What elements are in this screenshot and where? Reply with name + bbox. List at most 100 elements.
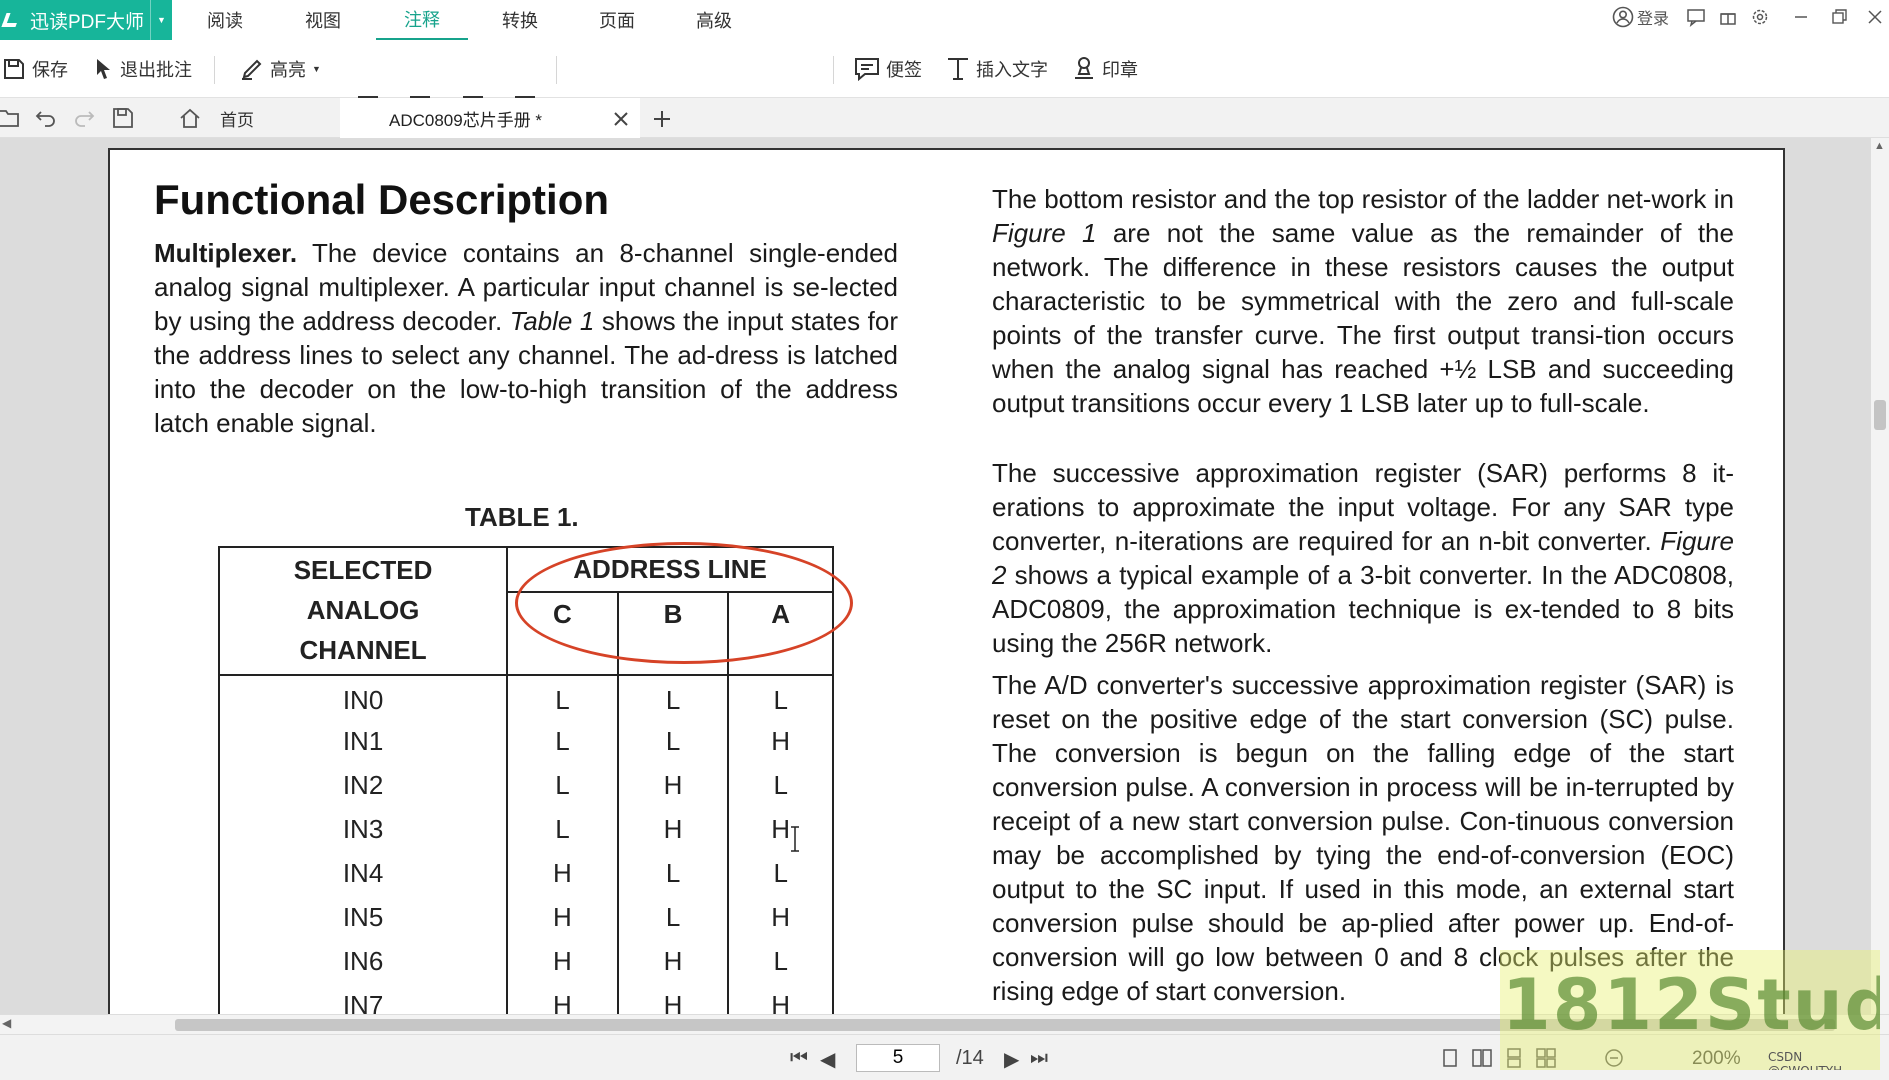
watermark-credit: CSDN @CWQUTYH [1768, 1050, 1842, 1070]
bit-a-cell: H [727, 807, 834, 851]
tab-home[interactable]: 首页 [178, 98, 254, 138]
scroll-up-icon[interactable]: ▲ [1874, 140, 1885, 152]
user-icon [1612, 6, 1634, 28]
gift-icon[interactable] [1718, 7, 1738, 27]
channel-cell: IN0 [217, 675, 509, 719]
vertical-scrollbar[interactable]: ▲ [1871, 138, 1889, 1014]
bit-c-cell: L [506, 807, 619, 851]
bit-a-cell: H [727, 719, 834, 763]
last-page-icon[interactable]: ⏭ [1030, 1047, 1048, 1070]
header-channel-line: ANALOG [306, 595, 420, 625]
stamp-label: 印章 [1102, 60, 1138, 80]
bit-a-cell: L [727, 851, 834, 895]
table-row: IN2 L H L [217, 763, 834, 807]
sticky-note-label: 便签 [886, 60, 922, 80]
exit-annotate-label: 退出批注 [120, 60, 192, 80]
bit-a-cell: L [727, 763, 834, 807]
bit-b-cell: L [616, 719, 730, 763]
redo-icon[interactable] [72, 107, 96, 129]
open-folder-icon[interactable] [0, 107, 20, 129]
double-page-view-icon[interactable] [1472, 1048, 1492, 1068]
table-row: IN6 H H L [217, 939, 834, 983]
multiplexer-bold: Multiplexer. [154, 238, 298, 268]
undo-icon[interactable] [34, 107, 58, 129]
highlight-button[interactable]: 高亮 ▼ [240, 50, 321, 88]
table-reference: Table 1 [509, 306, 595, 336]
watermark-text: 1812Studio [1502, 964, 1880, 1046]
figure-1-reference: Figure 1 [992, 218, 1097, 248]
pdf-page: Functional Description Multiplexer. The … [108, 148, 1785, 1014]
bit-b-cell: H [616, 763, 730, 807]
table-row: IN7 H H H [217, 983, 834, 1014]
save-button[interactable]: 保存 [2, 50, 68, 88]
channel-cell: IN1 [217, 719, 509, 763]
bit-a-cell: L [727, 939, 834, 983]
exit-annotate-button[interactable]: 退出批注 [94, 50, 192, 88]
channel-cell: IN3 [217, 807, 509, 851]
watermark-overlay: 1812Studio CSDN @CWQUTYH [1500, 950, 1880, 1070]
chevron-down-icon[interactable]: ▼ [150, 0, 172, 40]
close-window-icon[interactable] [1866, 8, 1884, 26]
bit-b-cell: L [616, 851, 730, 895]
save-icon [4, 59, 24, 79]
insert-text-button[interactable]: 插入文字 [946, 50, 1048, 88]
sar-text-2: shows a typical example of a 3-bit conve… [992, 560, 1734, 658]
next-page-icon[interactable]: ▶ [1004, 1047, 1019, 1072]
vertical-scroll-thumb[interactable] [1874, 400, 1886, 430]
gear-icon[interactable] [1750, 7, 1770, 27]
app-logo-icon [1, 13, 21, 27]
document-viewport[interactable]: Functional Description Multiplexer. The … [0, 138, 1889, 1014]
document-tab-strip: 首页 ADC0809芯片手册 * [0, 98, 1889, 138]
table-row: IN3 L H H [217, 807, 834, 851]
bit-c-cell: L [506, 675, 619, 719]
minimize-icon[interactable] [1792, 8, 1810, 26]
menu-bar: 迅读PDF大师 ▼ 阅读 视图 注释 转换 页面 高级 登录 [0, 0, 1889, 40]
highlight-label: 高亮 [270, 60, 306, 80]
tab-view[interactable]: 视图 [283, 0, 363, 40]
sticky-note-icon [855, 58, 879, 81]
table-row: IN5 H L H [217, 895, 834, 939]
sticky-note-button[interactable]: 便签 [854, 50, 922, 88]
header-selected-channel: SELECTED ANALOG CHANNEL [217, 546, 509, 676]
cursor-icon [97, 59, 110, 79]
restore-icon[interactable] [1830, 8, 1848, 26]
prev-page-icon[interactable]: ◀ [820, 1047, 835, 1072]
bit-b-cell: L [616, 675, 730, 719]
tab-annotate[interactable]: 注释 [376, 0, 468, 40]
tab-document[interactable]: ADC0809芯片手册 * [340, 98, 640, 138]
bit-a-cell: H [727, 895, 834, 939]
insert-text-icon [948, 58, 968, 80]
insert-text-label: 插入文字 [976, 60, 1048, 80]
stamp-button[interactable]: 印章 [1072, 50, 1138, 88]
section-heading: Functional Description [154, 176, 610, 223]
bit-b-cell: L [616, 895, 730, 939]
table-row: IN1 L L H [217, 719, 834, 763]
tab-convert[interactable]: 转换 [480, 0, 560, 40]
highlighter-icon [242, 59, 262, 80]
scroll-left-icon[interactable]: ◀ [2, 1016, 11, 1030]
tab-page[interactable]: 页面 [577, 0, 657, 40]
tab-advanced[interactable]: 高级 [674, 0, 754, 40]
single-page-view-icon[interactable] [1440, 1048, 1460, 1068]
close-tab-icon[interactable] [612, 110, 630, 128]
bit-a-cell: L [727, 675, 834, 719]
quick-save-icon[interactable] [112, 107, 134, 129]
bit-a-cell: H [727, 983, 834, 1014]
save-label: 保存 [32, 60, 68, 80]
message-icon[interactable] [1686, 7, 1706, 27]
header-channel-line: SELECTED [293, 555, 433, 585]
annotation-oval[interactable] [515, 542, 853, 664]
new-tab-icon[interactable] [651, 108, 673, 130]
first-page-icon[interactable]: ⏮ [790, 1047, 808, 1070]
toolbar-divider [833, 56, 834, 84]
text-cursor-icon [791, 826, 799, 852]
tab-document-label: ADC0809芯片手册 * [389, 110, 543, 130]
toolbar-divider [556, 56, 557, 84]
tab-read[interactable]: 阅读 [185, 0, 265, 40]
login-button[interactable]: 登录 [1612, 0, 1669, 34]
page-number-input[interactable] [856, 1044, 940, 1072]
login-label: 登录 [1637, 11, 1670, 28]
page-total: /14 [956, 1047, 984, 1069]
app-brand-button[interactable]: 迅读PDF大师 ▼ [0, 0, 172, 40]
bit-c-cell: H [506, 939, 619, 983]
